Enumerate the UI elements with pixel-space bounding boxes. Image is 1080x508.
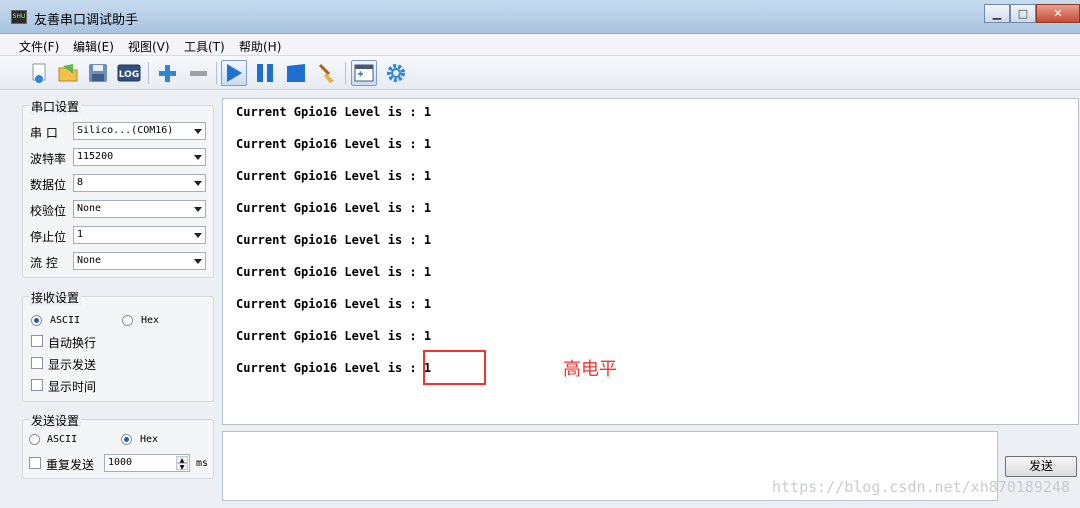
interval-unit: ms: [196, 458, 209, 469]
settings-icon[interactable]: [383, 60, 409, 86]
stop-bits-label: 停止位: [30, 230, 67, 244]
auto-wrap-checkbox[interactable]: [31, 335, 43, 347]
watermark: https://blog.csdn.net/xh870189248: [771, 478, 1070, 496]
chevron-down-icon: [194, 259, 202, 264]
send-ascii-radio[interactable]: [29, 434, 40, 445]
send-button[interactable]: 发送: [1005, 456, 1077, 477]
stop-icon[interactable]: [283, 60, 309, 86]
toolbar-separator: [345, 62, 346, 84]
pause-icon[interactable]: [252, 60, 278, 86]
send-hex-radio[interactable]: [121, 434, 132, 445]
auto-wrap-label: 自动换行: [48, 336, 97, 350]
chevron-down-icon: [194, 207, 202, 212]
chevron-down-icon: [194, 129, 202, 134]
data-bits-select[interactable]: 8: [73, 174, 206, 192]
new-file-icon[interactable]: [27, 60, 53, 86]
repeat-send-label: 重复发送: [46, 458, 95, 472]
menu-view[interactable]: 视图(V): [128, 38, 170, 55]
show-time-label: 显示时间: [48, 380, 97, 394]
parity-value: None: [77, 203, 102, 214]
interval-stepper[interactable]: 1000 ▲ ▼: [104, 454, 190, 472]
receive-area[interactable]: Current Gpio16 Level is : 1 Current Gpio…: [222, 98, 1079, 425]
toolbar-separator: [216, 62, 217, 84]
add-icon[interactable]: [154, 60, 180, 86]
receive-line: Current Gpio16 Level is : 1: [236, 297, 432, 311]
flow-select[interactable]: None: [73, 252, 206, 270]
show-time-checkbox[interactable]: [31, 379, 43, 391]
receive-ascii-radio[interactable]: [31, 315, 42, 326]
window-icon[interactable]: [351, 60, 377, 86]
receive-settings-title: 接收设置: [29, 289, 82, 306]
send-settings-title: 发送设置: [29, 412, 82, 429]
window-title: 友善串口调试助手: [34, 13, 139, 28]
stepper-down-icon[interactable]: ▼: [176, 463, 188, 471]
receive-line: Current Gpio16 Level is : 1: [236, 329, 432, 343]
data-bits-value: 8: [77, 177, 84, 188]
receive-ascii-label: ASCII: [50, 315, 81, 326]
send-ascii-label: ASCII: [47, 434, 78, 445]
clear-icon[interactable]: [314, 60, 340, 86]
chevron-down-icon: [194, 155, 202, 160]
toolbar: LOG: [0, 56, 1080, 90]
parity-select[interactable]: None: [73, 200, 206, 218]
port-value: Silico...(COM16): [77, 125, 174, 136]
show-send-label: 显示发送: [48, 358, 97, 372]
menu-tools[interactable]: 工具(T): [184, 38, 225, 55]
menu-bar: 文件(F) 编辑(E) 视图(V) 工具(T) 帮助(H): [0, 34, 1080, 56]
receive-line: Current Gpio16 Level is : 1: [236, 201, 432, 215]
menu-edit[interactable]: 编辑(E): [73, 38, 114, 55]
remove-icon[interactable]: [185, 60, 211, 86]
receive-hex-radio[interactable]: [122, 315, 133, 326]
receive-line: Current Gpio16 Level is : 1: [236, 265, 432, 279]
open-file-icon[interactable]: [55, 60, 81, 86]
receive-line: Current Gpio16 Level is : 1: [236, 105, 432, 119]
port-label: 串 口: [30, 126, 58, 140]
menu-help[interactable]: 帮助(H): [239, 38, 281, 55]
chevron-down-icon: [194, 181, 202, 186]
flow-label: 流 控: [30, 256, 58, 270]
serial-settings-title: 串口设置: [29, 98, 82, 115]
window-controls: ▁ □ ✕: [984, 4, 1080, 23]
play-icon[interactable]: [221, 60, 247, 86]
baud-select[interactable]: 115200: [73, 148, 206, 166]
receive-line: Current Gpio16 Level is : 1: [236, 233, 432, 247]
receive-hex-label: Hex: [141, 315, 160, 326]
baud-value: 115200: [77, 151, 114, 162]
flow-value: None: [77, 255, 102, 266]
parity-label: 校验位: [30, 204, 67, 218]
log-icon-label: LOG: [119, 70, 139, 80]
maximize-button[interactable]: □: [1010, 4, 1036, 23]
save-icon[interactable]: [85, 60, 111, 86]
receive-line: Current Gpio16 Level is : 1: [236, 137, 432, 151]
highlight-box: [423, 350, 486, 385]
repeat-send-checkbox[interactable]: [29, 457, 41, 469]
annotation-label: 高电平: [563, 359, 617, 380]
chevron-down-icon: [194, 233, 202, 238]
minimize-button[interactable]: ▁: [984, 4, 1010, 23]
menu-file[interactable]: 文件(F): [19, 38, 59, 55]
receive-line: Current Gpio16 Level is : 1: [236, 169, 432, 183]
log-icon[interactable]: LOG: [116, 60, 142, 86]
baud-label: 波特率: [30, 152, 67, 166]
stepper-up-icon[interactable]: ▲: [176, 456, 188, 464]
close-button[interactable]: ✕: [1036, 4, 1080, 23]
interval-value: 1000: [108, 457, 133, 468]
send-hex-label: Hex: [140, 434, 159, 445]
stop-bits-select[interactable]: 1: [73, 226, 206, 244]
app-icon: SHU: [11, 10, 27, 24]
title-bar: SHU 友善串口调试助手 ▁ □ ✕: [0, 0, 1080, 34]
data-bits-label: 数据位: [30, 178, 67, 192]
toolbar-separator: [148, 62, 149, 84]
receive-line: Current Gpio16 Level is : 1: [236, 361, 432, 375]
port-select[interactable]: Silico...(COM16): [73, 122, 206, 140]
show-send-checkbox[interactable]: [31, 357, 43, 369]
stop-bits-value: 1: [77, 229, 84, 240]
